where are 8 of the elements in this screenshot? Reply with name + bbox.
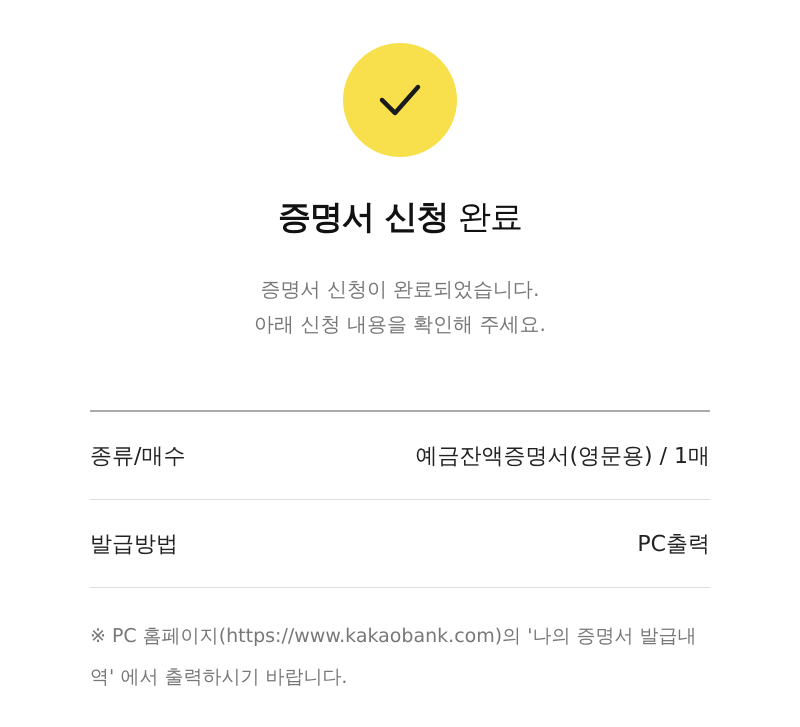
- detail-label: 발급방법: [90, 530, 178, 558]
- message-text: 아래 신청 내용을 확인해 주세요.: [254, 311, 546, 338]
- note-text: ※ PC 홈페이지(https://www.kakaobank.com)의 '나의 증명서 발급내역' 에서 출력하시기 바랍니다.: [90, 624, 698, 690]
- detail-label: 종류/매수: [90, 442, 186, 470]
- page-title: 증명서 신청 완료: [278, 196, 522, 238]
- detail-value: PC출력: [637, 530, 710, 558]
- message-text: 증명서 신청이 완료되었습니다.: [260, 276, 540, 303]
- detail-value: 예금잔액증명서(영문용) / 1매: [415, 442, 710, 470]
